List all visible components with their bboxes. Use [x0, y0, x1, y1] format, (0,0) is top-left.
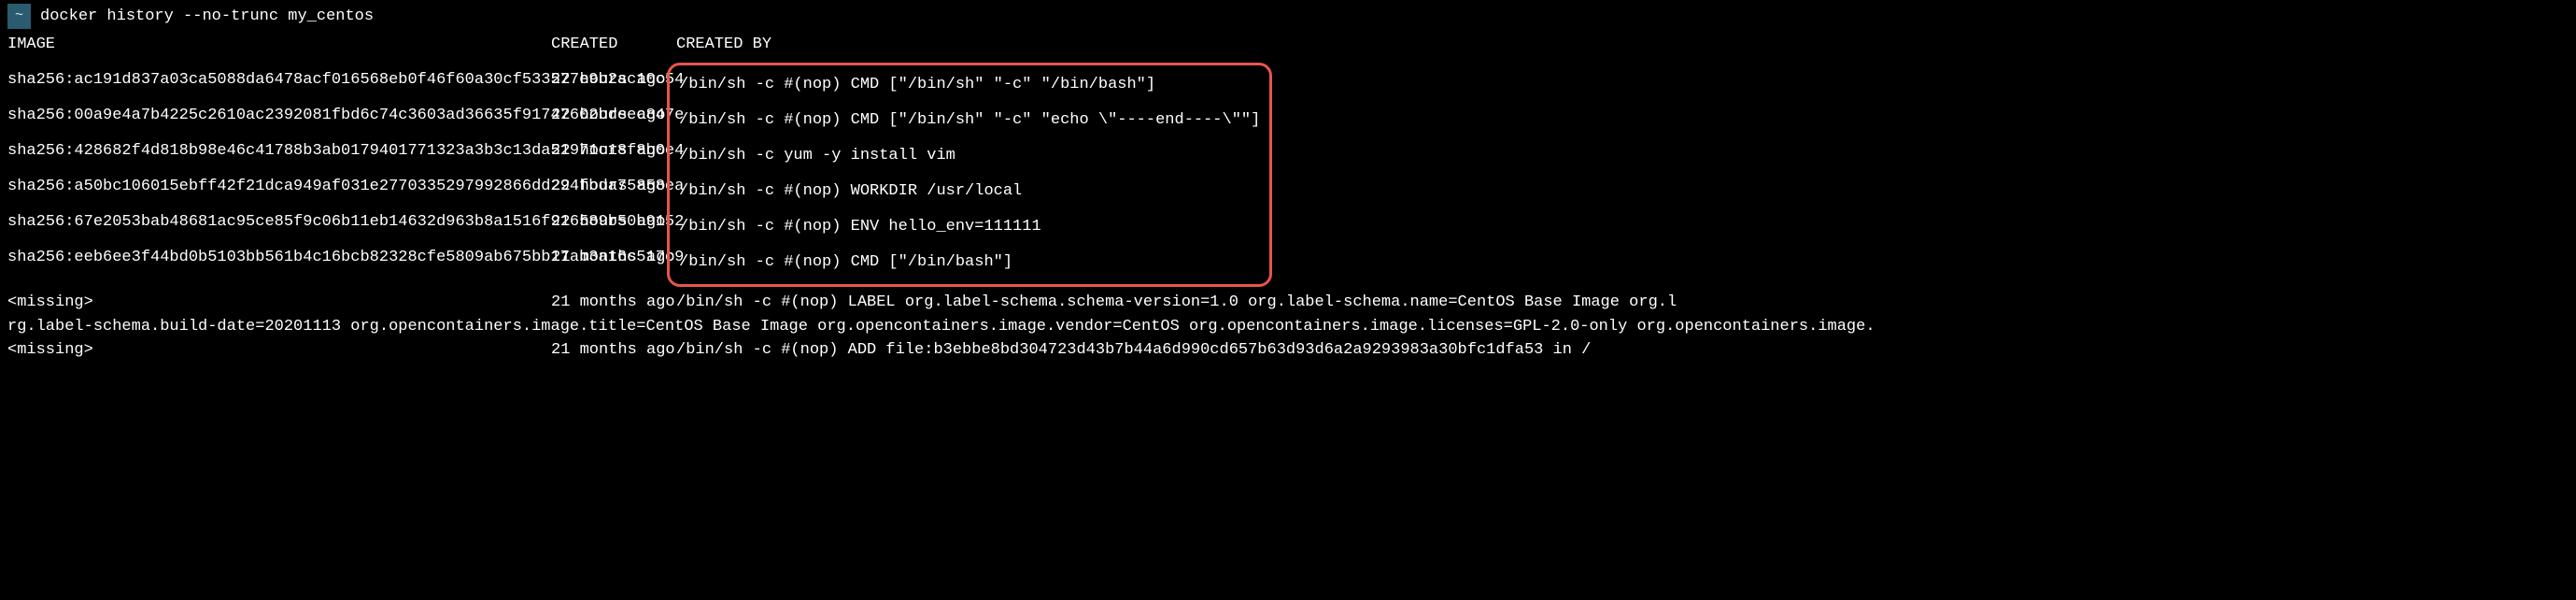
header-image: IMAGE: [7, 33, 551, 57]
cell-created-by: /bin/sh -c #(nop) LABEL org.label-schema…: [676, 291, 2569, 315]
cell-created: 21 months ago: [551, 246, 676, 270]
table-row: sha256:ac191d837a03ca5088da6478acf016568…: [7, 68, 676, 93]
table-row: sha256:a50bc106015ebff42f21dca949af031e2…: [7, 175, 676, 199]
highlighted-layers-container: sha256:ac191d837a03ca5088da6478acf016568…: [7, 57, 2569, 291]
header-created-by: CREATED BY: [676, 33, 2569, 57]
cell-image: <missing>: [7, 338, 551, 363]
cell-image: sha256:ac191d837a03ca5088da6478acf016568…: [7, 68, 551, 93]
cell-created-by: /bin/sh -c #(nop) CMD ["/bin/bash"]: [679, 250, 1260, 275]
command-text: docker history --no-trunc my_centos: [40, 5, 374, 29]
prompt-badge: ~: [7, 4, 31, 29]
cell-created-by: /bin/sh -c #(nop) CMD ["/bin/sh" "-c" "/…: [679, 73, 1260, 97]
table-row: sha256:67e2053bab48681ac95ce85f9c06b11eb…: [7, 210, 676, 235]
header-created: CREATED: [551, 33, 676, 57]
cell-created-by: /bin/sh -c yum -y install vim: [679, 144, 1260, 168]
cell-created-by: /bin/sh -c #(nop) CMD ["/bin/sh" "-c" "e…: [679, 108, 1260, 133]
table-row: sha256:428682f4d818b98e46c41788b3ab01794…: [7, 139, 676, 164]
cell-created: 21 months ago: [551, 291, 676, 315]
layer-left-columns: sha256:ac191d837a03ca5088da6478acf016568…: [7, 57, 676, 291]
cell-created: 22 hours ago: [551, 210, 676, 235]
cell-created-by: /bin/sh -c #(nop) WORKDIR /usr/local: [679, 179, 1260, 204]
wrapped-continuation-line: rg.label-schema.build-date=20201113 org.…: [7, 315, 2569, 339]
table-row: <missing> 21 months ago /bin/sh -c #(nop…: [7, 291, 2569, 315]
cell-image: sha256:428682f4d818b98e46c41788b3ab01794…: [7, 139, 551, 164]
cell-image: sha256:67e2053bab48681ac95ce85f9c06b11eb…: [7, 210, 551, 235]
table-row: sha256:eeb6ee3f44bd0b5103bb561b4c16bcb82…: [7, 246, 676, 270]
cell-created: 22 hours ago: [551, 68, 676, 93]
cell-created: 21 months ago: [551, 338, 676, 363]
terminal-output: ~ docker history --no-trunc my_centos IM…: [0, 0, 2576, 366]
cell-image: sha256:a50bc106015ebff42f21dca949af031e2…: [7, 175, 551, 199]
cell-created: 22 hours ago: [551, 104, 676, 128]
highlight-annotation-box: /bin/sh -c #(nop) CMD ["/bin/sh" "-c" "/…: [667, 63, 1272, 287]
table-row: sha256:00a9e4a7b4225c2610ac2392081fbd6c7…: [7, 104, 676, 128]
cell-image: <missing>: [7, 291, 551, 315]
prompt-line: ~ docker history --no-trunc my_centos: [7, 4, 2569, 29]
cell-image: sha256:00a9e4a7b4225c2610ac2392081fbd6c7…: [7, 104, 551, 128]
cell-created-by: /bin/sh -c #(nop) ENV hello_env=111111: [679, 215, 1260, 239]
cell-image: sha256:eeb6ee3f44bd0b5103bb561b4c16bcb82…: [7, 246, 551, 270]
cell-created: 22 hours ago: [551, 175, 676, 199]
table-header: IMAGE CREATED CREATED BY: [7, 33, 2569, 57]
output-table: IMAGE CREATED CREATED BY sha256:ac191d83…: [7, 33, 2569, 364]
cell-created: 22 hours ago: [551, 139, 676, 164]
table-row: <missing> 21 months ago /bin/sh -c #(nop…: [7, 338, 2569, 363]
cell-created-by: /bin/sh -c #(nop) ADD file:b3ebbe8bd3047…: [676, 338, 2569, 363]
